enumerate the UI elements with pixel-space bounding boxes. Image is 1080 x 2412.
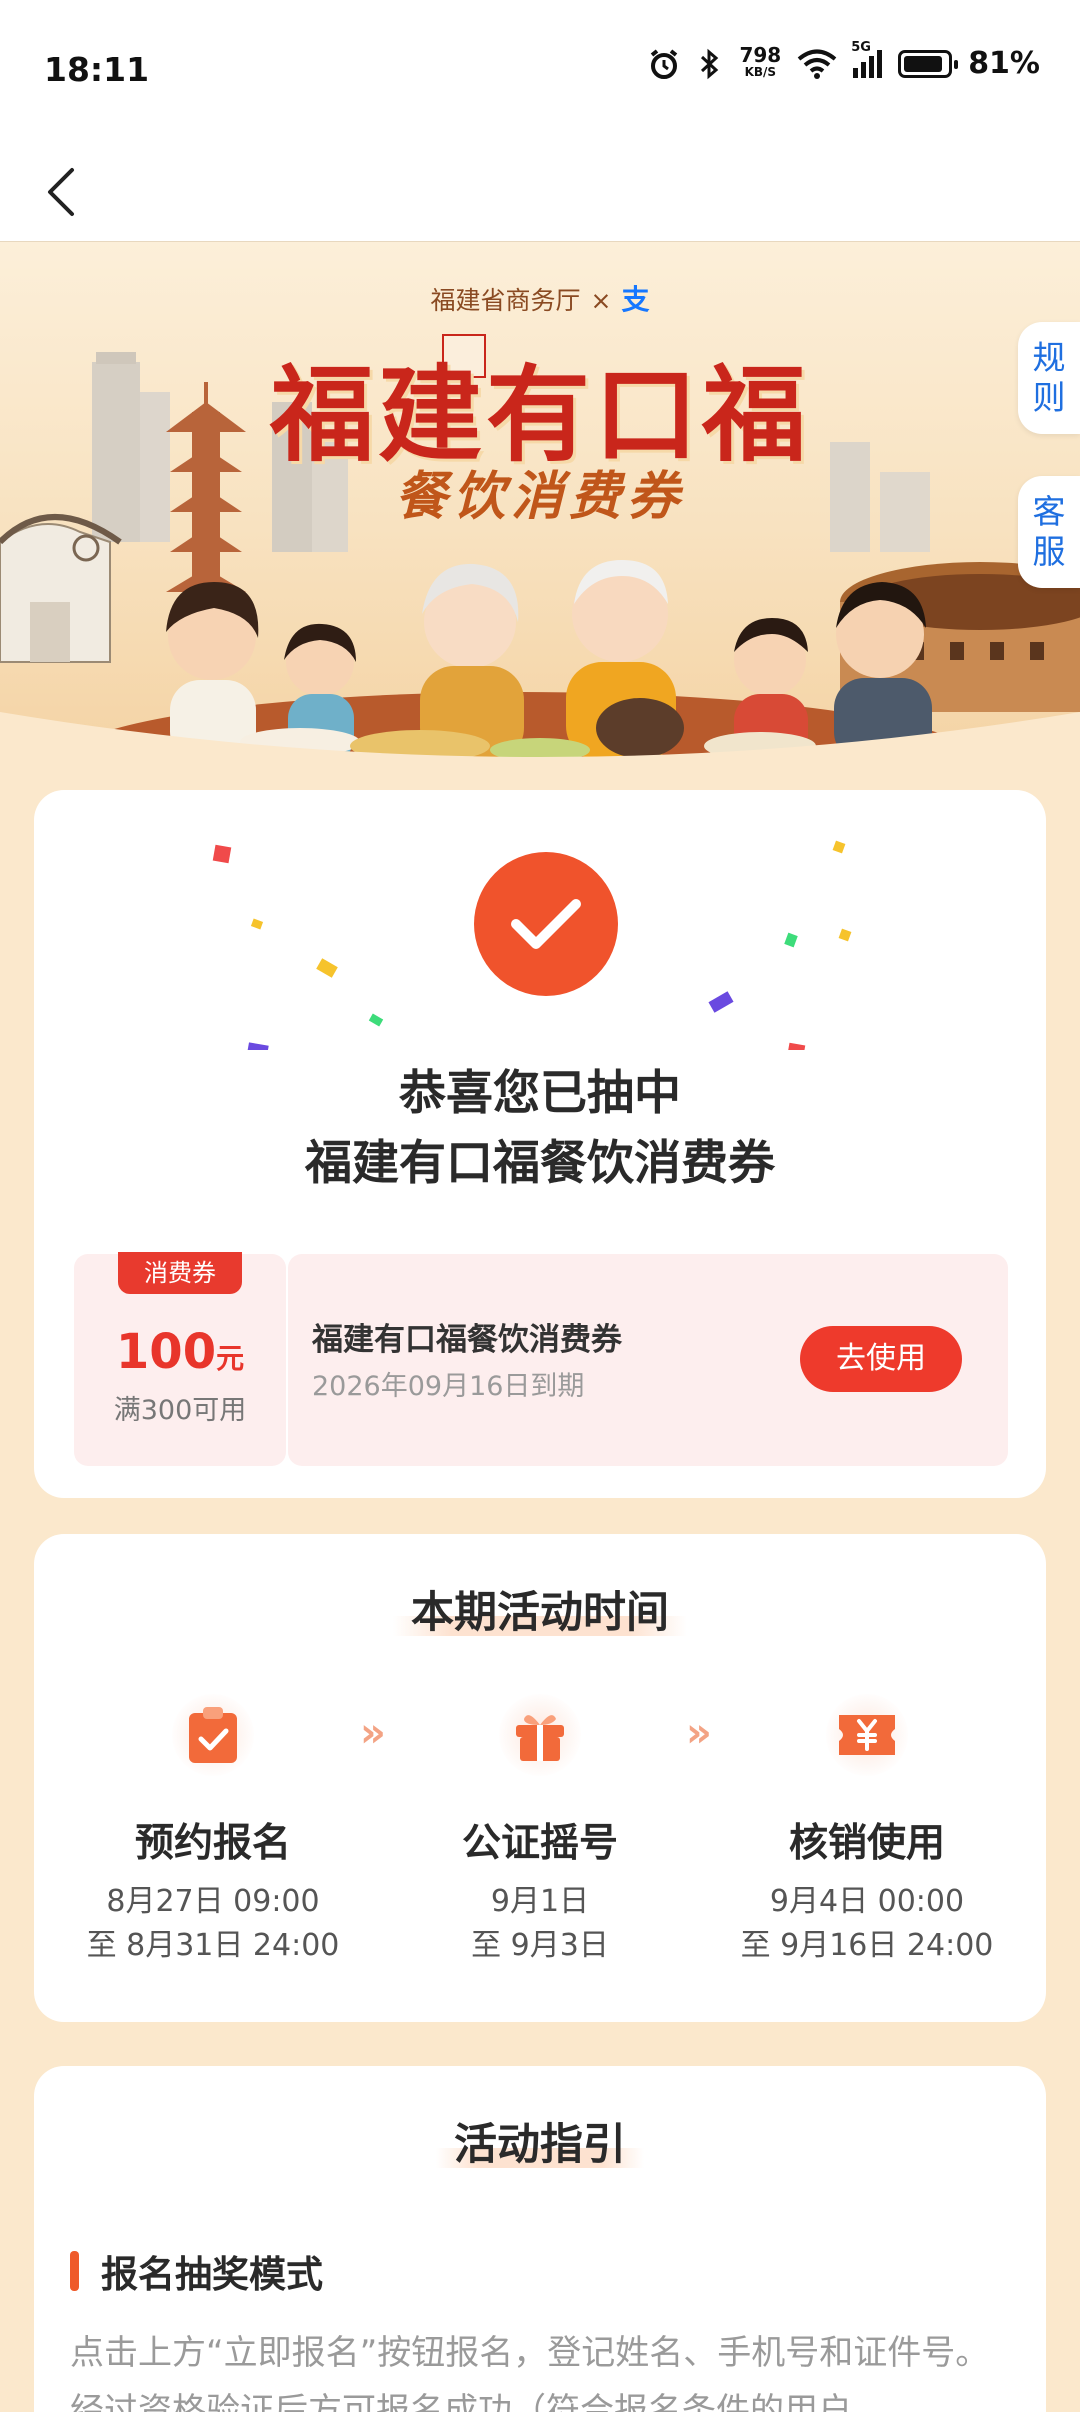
coupon: 消费券 100元 满300可用 福建有口福餐饮消费券 2026年09月16日到期…: [74, 1252, 1008, 1466]
step-redeem: 核销使用 9月4日 00:00 至 9月16日 24:00: [717, 1694, 1017, 1968]
step-signup: 预约报名 8月27日 09:00 至 8月31日 24:00: [63, 1694, 363, 1968]
back-button[interactable]: [26, 152, 96, 232]
step-date-end: 至 8月31日 24:00: [86, 1928, 340, 1963]
nav-bar: [0, 140, 1080, 242]
step-date-start: 8月27日 09:00: [106, 1884, 320, 1919]
step-date-start: 9月1日: [490, 1884, 590, 1919]
step-draw: 公证摇号 9月1日 至 9月3日: [390, 1694, 690, 1968]
coupon-info-panel: 福建有口福餐饮消费券 2026年09月16日到期 去使用: [288, 1254, 1008, 1466]
banner-subtitle: 餐饮消费券: [394, 466, 685, 527]
coupon-amount-unit: 元: [216, 1342, 245, 1375]
guide-heading-text: 报名抽奖模式: [101, 2253, 323, 2296]
result-title-line1: 恭喜您已抽中: [399, 1066, 681, 1121]
coupon-amount-number: 100: [115, 1324, 217, 1380]
signal-icon: 5G: [851, 40, 883, 78]
guide-heading-bar: [70, 2251, 79, 2291]
schedule-title-text: 本期活动时间: [393, 1588, 687, 1638]
net-speed-unit: KB/S: [744, 64, 777, 79]
guide-title-text: 活动指引: [436, 2120, 644, 2170]
gift-icon: [499, 1694, 581, 1776]
alarm-icon: [651, 48, 678, 79]
step-name: 公证摇号: [461, 1821, 618, 1866]
status-icons: 798 KB/S 5G 81%: [647, 40, 1040, 81]
step-name: 预约报名: [134, 1821, 291, 1866]
step-name: 核销使用: [788, 1821, 945, 1866]
wifi-icon: [797, 49, 837, 79]
use-coupon-button[interactable]: 去使用: [800, 1326, 962, 1392]
guide-heading: 报名抽奖模式: [70, 2244, 323, 2298]
alipay-logo-icon: 支: [621, 283, 650, 316]
partner-line: 福建省商务厅 × 支: [0, 278, 1080, 318]
status-bar: 18:11 798 KB/S 5G 81%: [0, 0, 1080, 140]
coupon-condition: 满300可用: [113, 1395, 247, 1426]
result-card: 恭喜您已抽中 福建有口福餐饮消费券 消费券 100元 满300可用 福建有口福餐…: [34, 790, 1046, 1498]
times-sign: ×: [590, 286, 612, 315]
step-arrow-icon: »: [360, 1710, 386, 1756]
network-type: 5G: [851, 39, 871, 55]
step-date-start: 9月4日 00:00: [769, 1884, 965, 1919]
net-speed-value: 798: [739, 42, 782, 67]
step-date-end: 至 9月16日 24:00: [740, 1928, 994, 1963]
coupon-amount: 100元: [74, 1324, 286, 1380]
battery-icon: [898, 49, 959, 78]
chevron-left-icon: [48, 168, 74, 216]
coupon-expiry: 2026年09月16日到期: [312, 1371, 585, 1402]
rules-tab[interactable]: 规则: [1018, 322, 1080, 434]
guide-text: 点击上方“立即报名”按钮报名，登记姓名、手机号和证件号。经过资格验证后方可报名成…: [70, 2333, 990, 2412]
rules-tab-label: 规则: [1032, 338, 1066, 417]
coupon-name: 福建有口福餐饮消费券: [312, 1322, 622, 1358]
success-check-icon: [474, 852, 618, 996]
yuan-ticket-icon: [826, 1694, 908, 1776]
net-speed: 798 KB/S: [739, 42, 782, 81]
result-title-line2: 福建有口福餐饮消费券: [305, 1136, 775, 1191]
customer-service-tab-label: 客服: [1032, 492, 1066, 571]
coupon-tag: 消费券: [118, 1252, 242, 1294]
clipboard-check-icon: [172, 1694, 254, 1776]
schedule-card: 本期活动时间 预约报名 8月27日 09:00 至 8月31日 24:00 » …: [34, 1534, 1046, 2022]
guide-title: 活动指引: [34, 2110, 1046, 2172]
schedule-title: 本期活动时间: [34, 1578, 1046, 1640]
guide-card: 活动指引 报名抽奖模式 点击上方“立即报名”按钮报名，登记姓名、手机号和证件号。…: [34, 2066, 1046, 2412]
bluetooth-icon: [701, 48, 719, 79]
customer-service-tab[interactable]: 客服: [1018, 476, 1080, 588]
step-arrow-icon: »: [686, 1710, 712, 1756]
status-time: 18:11: [44, 50, 150, 89]
banner: 福建省商务厅 × 支 福建有口福 餐饮消费券: [0, 242, 1080, 762]
step-date-end: 至 9月3日: [471, 1928, 609, 1963]
battery-level: 81%: [968, 46, 1040, 81]
partner-name: 福建省商务厅: [430, 286, 581, 315]
coupon-value-panel: 消费券 100元 满300可用: [74, 1252, 286, 1466]
